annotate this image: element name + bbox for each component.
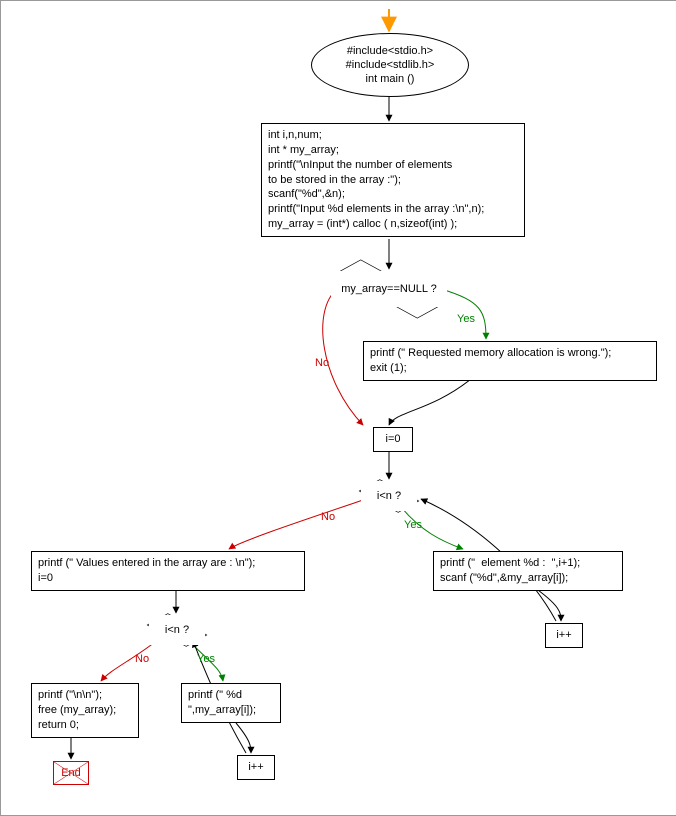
edge-label-no: No xyxy=(315,357,329,369)
flow-init1: i=0 xyxy=(373,427,413,452)
flow-inc2: i++ xyxy=(237,755,275,780)
edge-label-no: No xyxy=(135,653,149,665)
flow-cond1: i<n ? xyxy=(361,481,417,511)
diamond-label: i<n ? xyxy=(377,490,401,502)
flow-declarations: int i,n,num; int * my_array; printf("\nI… xyxy=(261,123,525,237)
flow-cond2: i<n ? xyxy=(149,615,205,645)
diamond-label: i<n ? xyxy=(165,624,189,636)
flow-end: End xyxy=(53,761,89,785)
edge-label-yes: Yes xyxy=(457,313,475,325)
flow-inc1: i++ xyxy=(545,623,583,648)
end-label: End xyxy=(61,767,81,779)
edge-label-yes: Yes xyxy=(197,653,215,665)
flow-done: printf ("\n\n"); free (my_array); return… xyxy=(31,683,139,738)
edge-label-no: No xyxy=(321,511,335,523)
flow-print-value: printf (" %d ",my_array[i]); xyxy=(181,683,281,723)
flow-null-check: my_array==NULL ? xyxy=(331,271,447,307)
diamond-label: my_array==NULL ? xyxy=(341,283,437,295)
flow-start: #include<stdio.h> #include<stdlib.h> int… xyxy=(311,33,469,97)
flow-print-header: printf (" Values entered in the array ar… xyxy=(31,551,305,591)
edge-label-yes: Yes xyxy=(404,519,422,531)
flow-read-element: printf (" element %d : ",i+1); scanf ("%… xyxy=(433,551,623,591)
flow-error: printf (" Requested memory allocation is… xyxy=(363,341,657,381)
